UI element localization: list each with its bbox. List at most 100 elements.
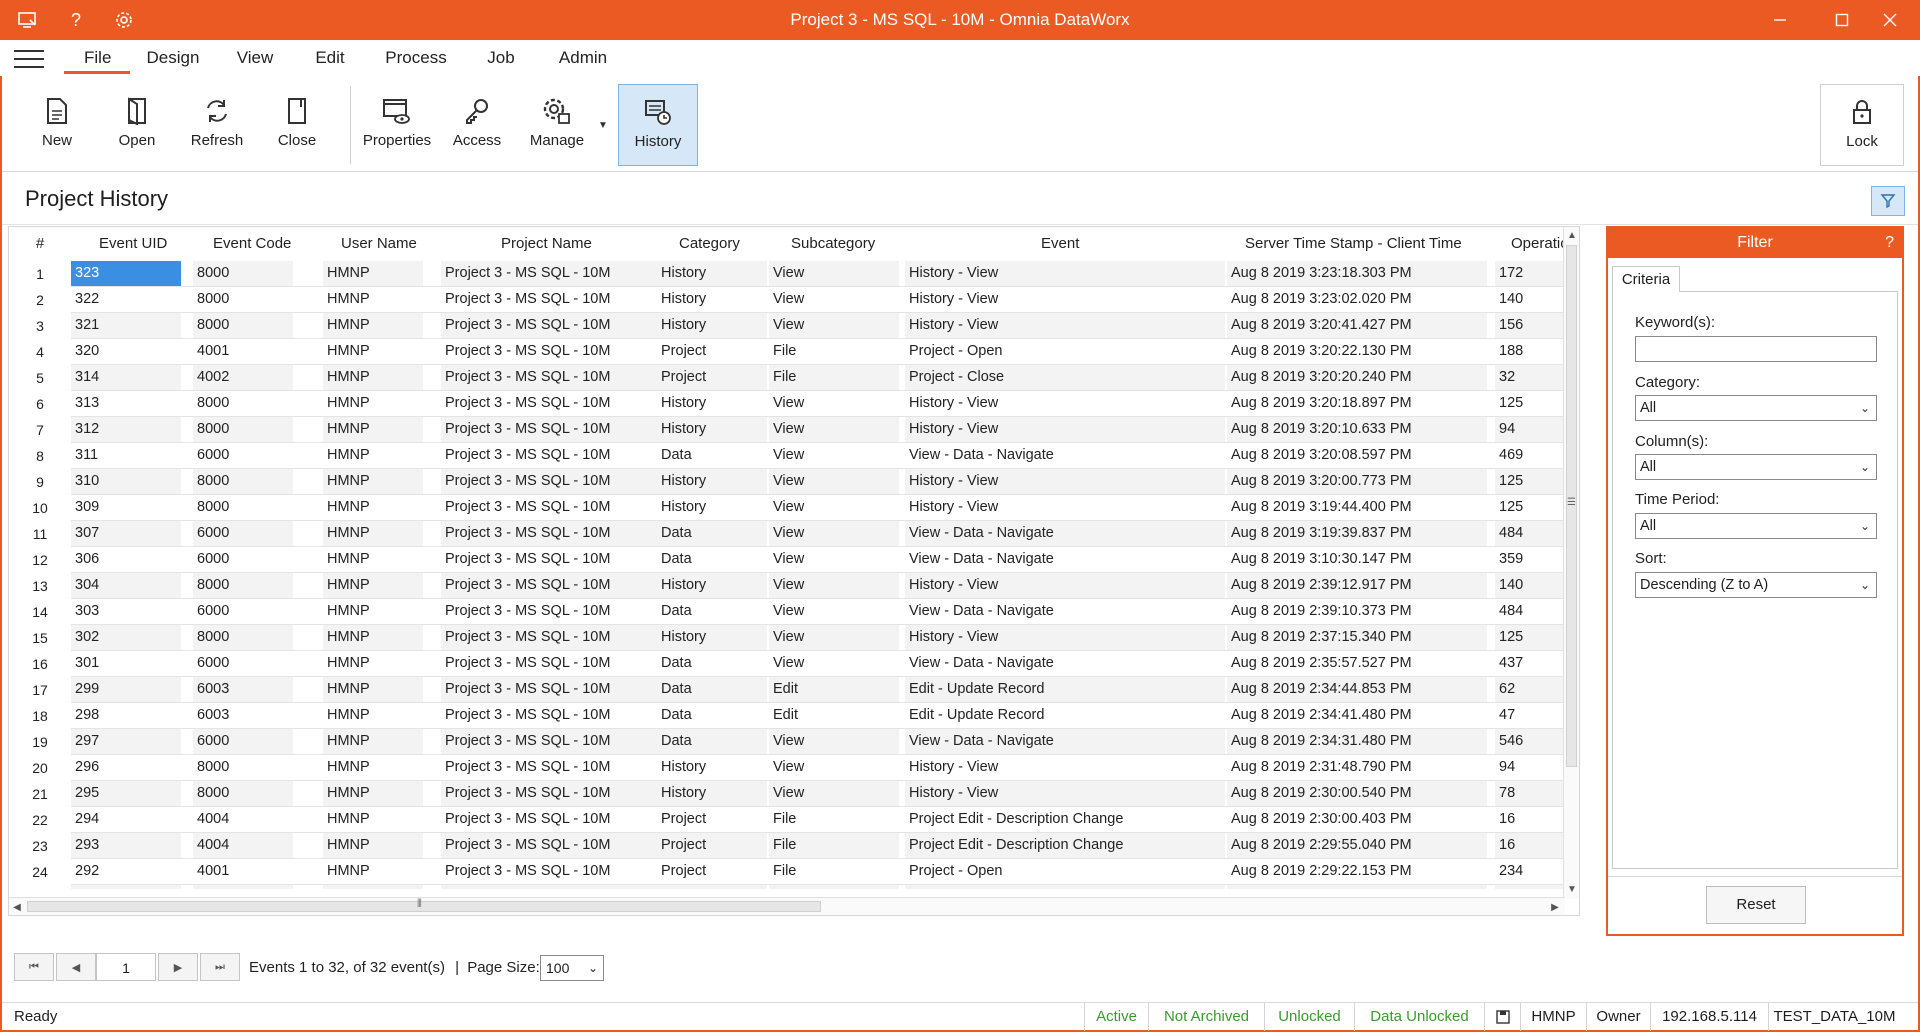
- cell-server-time[interactable]: Aug 8 2019 2:30:00.403 PM: [1227, 807, 1487, 832]
- cell-event[interactable]: View - Data - Navigate: [905, 729, 1225, 754]
- row-number[interactable]: 9: [9, 469, 71, 495]
- table-row[interactable]: 9 310 8000 HMNP Project 3 - MS SQL - 10M Hist…: [9, 469, 1564, 495]
- cell-server-time[interactable]: Aug 8 2019 3:20:20.240 PM: [1227, 365, 1487, 390]
- cell-event-code[interactable]: 4001: [193, 339, 293, 364]
- open-button[interactable]: Open: [98, 84, 176, 166]
- cell-event[interactable]: Project Edit - Description Change: [905, 833, 1225, 858]
- cell-user-name[interactable]: HMNP: [323, 313, 423, 338]
- cell-category[interactable]: Data: [657, 729, 767, 754]
- table-row[interactable]: 18 298 6003 HMNP Project 3 - MS SQL - 10M Dat…: [9, 703, 1564, 729]
- cell-category[interactable]: History: [657, 755, 767, 780]
- cell-event-code[interactable]: 8000: [193, 781, 293, 806]
- cell-subcategory[interactable]: File: [769, 885, 899, 889]
- cell-project-name[interactable]: Project 3 - MS SQL - 10M: [441, 417, 661, 442]
- cell-server-time[interactable]: Aug 8 2019 3:19:44.400 PM: [1227, 495, 1487, 520]
- page-number-input[interactable]: 1: [96, 953, 156, 981]
- cell-event[interactable]: History - View: [905, 261, 1225, 286]
- next-page-button[interactable]: ▶: [158, 953, 198, 981]
- cell-event-uid[interactable]: 301: [71, 651, 181, 676]
- table-row[interactable]: 6 313 8000 HMNP Project 3 - MS SQL - 10M Hist…: [9, 391, 1564, 417]
- cell-event[interactable]: Project - Close: [905, 885, 1225, 889]
- cell-project-name[interactable]: Project 3 - MS SQL - 10M: [441, 443, 661, 468]
- cell-category[interactable]: History: [657, 417, 767, 442]
- row-number[interactable]: 15: [9, 625, 71, 651]
- table-row[interactable]: 10 309 8000 HMNP Project 3 - MS SQL - 10M His…: [9, 495, 1564, 521]
- time-period-select[interactable]: All ⌄: [1635, 513, 1877, 539]
- cell-user-name[interactable]: HMNP: [323, 287, 423, 312]
- column-header-project-name[interactable]: Project Name: [501, 227, 621, 261]
- cell-user-name[interactable]: HMNP: [323, 261, 423, 286]
- cell-category[interactable]: History: [657, 495, 767, 520]
- cell-category[interactable]: History: [657, 625, 767, 650]
- row-number[interactable]: 5: [9, 365, 71, 391]
- cell-project-name[interactable]: Project 3 - MS SQL - 10M: [441, 287, 661, 312]
- menu-file[interactable]: File: [64, 40, 130, 76]
- cell-event-uid[interactable]: 294: [71, 807, 181, 832]
- column-header-event[interactable]: Event: [1041, 227, 1101, 261]
- cell-subcategory[interactable]: File: [769, 859, 899, 884]
- cell-server-time[interactable]: Aug 8 2019 3:20:41.427 PM: [1227, 313, 1487, 338]
- cell-event-code[interactable]: 6000: [193, 599, 293, 624]
- close-project-button[interactable]: Close: [258, 84, 336, 166]
- cell-server-time[interactable]: Aug 8 2019 2:37:15.340 PM: [1227, 625, 1487, 650]
- cell-event-code[interactable]: 8000: [193, 625, 293, 650]
- cell-server-time[interactable]: Aug 8 2019 2:39:10.373 PM: [1227, 599, 1487, 624]
- cell-event-uid[interactable]: 295: [71, 781, 181, 806]
- history-button[interactable]: History: [618, 84, 698, 166]
- cell-server-time[interactable]: Aug 8 2019 3:19:39.837 PM: [1227, 521, 1487, 546]
- cell-server-time[interactable]: Aug 8 2019 2:34:44.853 PM: [1227, 677, 1487, 702]
- cell-project-name[interactable]: Project 3 - MS SQL - 10M: [441, 859, 661, 884]
- cell-event-code[interactable]: 6000: [193, 729, 293, 754]
- page-size-select[interactable]: 100 ⌄: [540, 955, 604, 981]
- cell-subcategory[interactable]: File: [769, 339, 899, 364]
- cell-project-name[interactable]: Project 3 - MS SQL - 10M: [441, 833, 661, 858]
- horizontal-scroll-thumb[interactable]: [27, 901, 821, 912]
- cell-category[interactable]: Project: [657, 339, 767, 364]
- cell-project-name[interactable]: Project 3 - MS SQL - 10M: [441, 469, 661, 494]
- cell-server-time[interactable]: Aug 8 2019 3:20:10.633 PM: [1227, 417, 1487, 442]
- cell-operation[interactable]: 188: [1495, 339, 1564, 364]
- cell-subcategory[interactable]: Edit: [769, 703, 899, 728]
- cell-event-uid[interactable]: 306: [71, 547, 181, 572]
- cell-subcategory[interactable]: Edit: [769, 677, 899, 702]
- cell-project-name[interactable]: Project 3 - MS SQL - 10M: [441, 677, 661, 702]
- filter-toggle-button[interactable]: [1871, 186, 1905, 216]
- cell-event[interactable]: History - View: [905, 625, 1225, 650]
- cell-operation[interactable]: 359: [1495, 547, 1564, 572]
- cell-operation[interactable]: 32: [1495, 365, 1564, 390]
- cell-subcategory[interactable]: View: [769, 651, 899, 676]
- cell-event-code[interactable]: 6000: [193, 443, 293, 468]
- minimize-icon[interactable]: [1760, 0, 1800, 40]
- table-row[interactable]: 21 295 8000 HMNP Project 3 - MS SQL - 10M His…: [9, 781, 1564, 807]
- cell-user-name[interactable]: HMNP: [323, 833, 423, 858]
- row-number[interactable]: 20: [9, 755, 71, 781]
- cell-event-code[interactable]: 8000: [193, 313, 293, 338]
- cell-server-time[interactable]: Aug 8 2019 2:34:31.480 PM: [1227, 729, 1487, 754]
- cell-category[interactable]: Data: [657, 521, 767, 546]
- cell-user-name[interactable]: HMNP: [323, 729, 423, 754]
- table-row[interactable]: 2 322 8000 HMNP Project 3 - MS SQL - 10M Hist…: [9, 287, 1564, 313]
- cell-category[interactable]: Data: [657, 703, 767, 728]
- column-header-event-code[interactable]: Event Code: [213, 227, 313, 261]
- cell-user-name[interactable]: HMNP: [323, 755, 423, 780]
- cell-user-name[interactable]: HMNP: [323, 781, 423, 806]
- cell-event-code[interactable]: 8000: [193, 417, 293, 442]
- cell-project-name[interactable]: Project 3 - MS SQL - 10M: [441, 521, 661, 546]
- cell-event-code[interactable]: 6000: [193, 651, 293, 676]
- cell-server-time[interactable]: Aug 8 2019 3:20:08.597 PM: [1227, 443, 1487, 468]
- cell-event[interactable]: View - Data - Navigate: [905, 547, 1225, 572]
- table-row[interactable]: 17 299 6003 HMNP Project 3 - MS SQL - 10M Dat…: [9, 677, 1564, 703]
- cell-event-uid[interactable]: 321: [71, 313, 181, 338]
- cell-user-name[interactable]: HMNP: [323, 599, 423, 624]
- row-number[interactable]: 1: [9, 261, 71, 287]
- cell-event-code[interactable]: 8000: [193, 573, 293, 598]
- row-number[interactable]: 3: [9, 313, 71, 339]
- cell-subcategory[interactable]: View: [769, 287, 899, 312]
- cell-event-uid[interactable]: 323: [71, 261, 181, 286]
- row-number[interactable]: 23: [9, 833, 71, 859]
- table-row[interactable]: 1 323 8000 HMNP Project 3 - MS SQL - 10M Hist…: [9, 261, 1564, 287]
- cell-event-uid[interactable]: 313: [71, 391, 181, 416]
- row-number[interactable]: 25: [9, 885, 71, 889]
- cell-operation[interactable]: 484: [1495, 599, 1564, 624]
- cell-server-time[interactable]: Aug 8 2019 2:31:48.790 PM: [1227, 755, 1487, 780]
